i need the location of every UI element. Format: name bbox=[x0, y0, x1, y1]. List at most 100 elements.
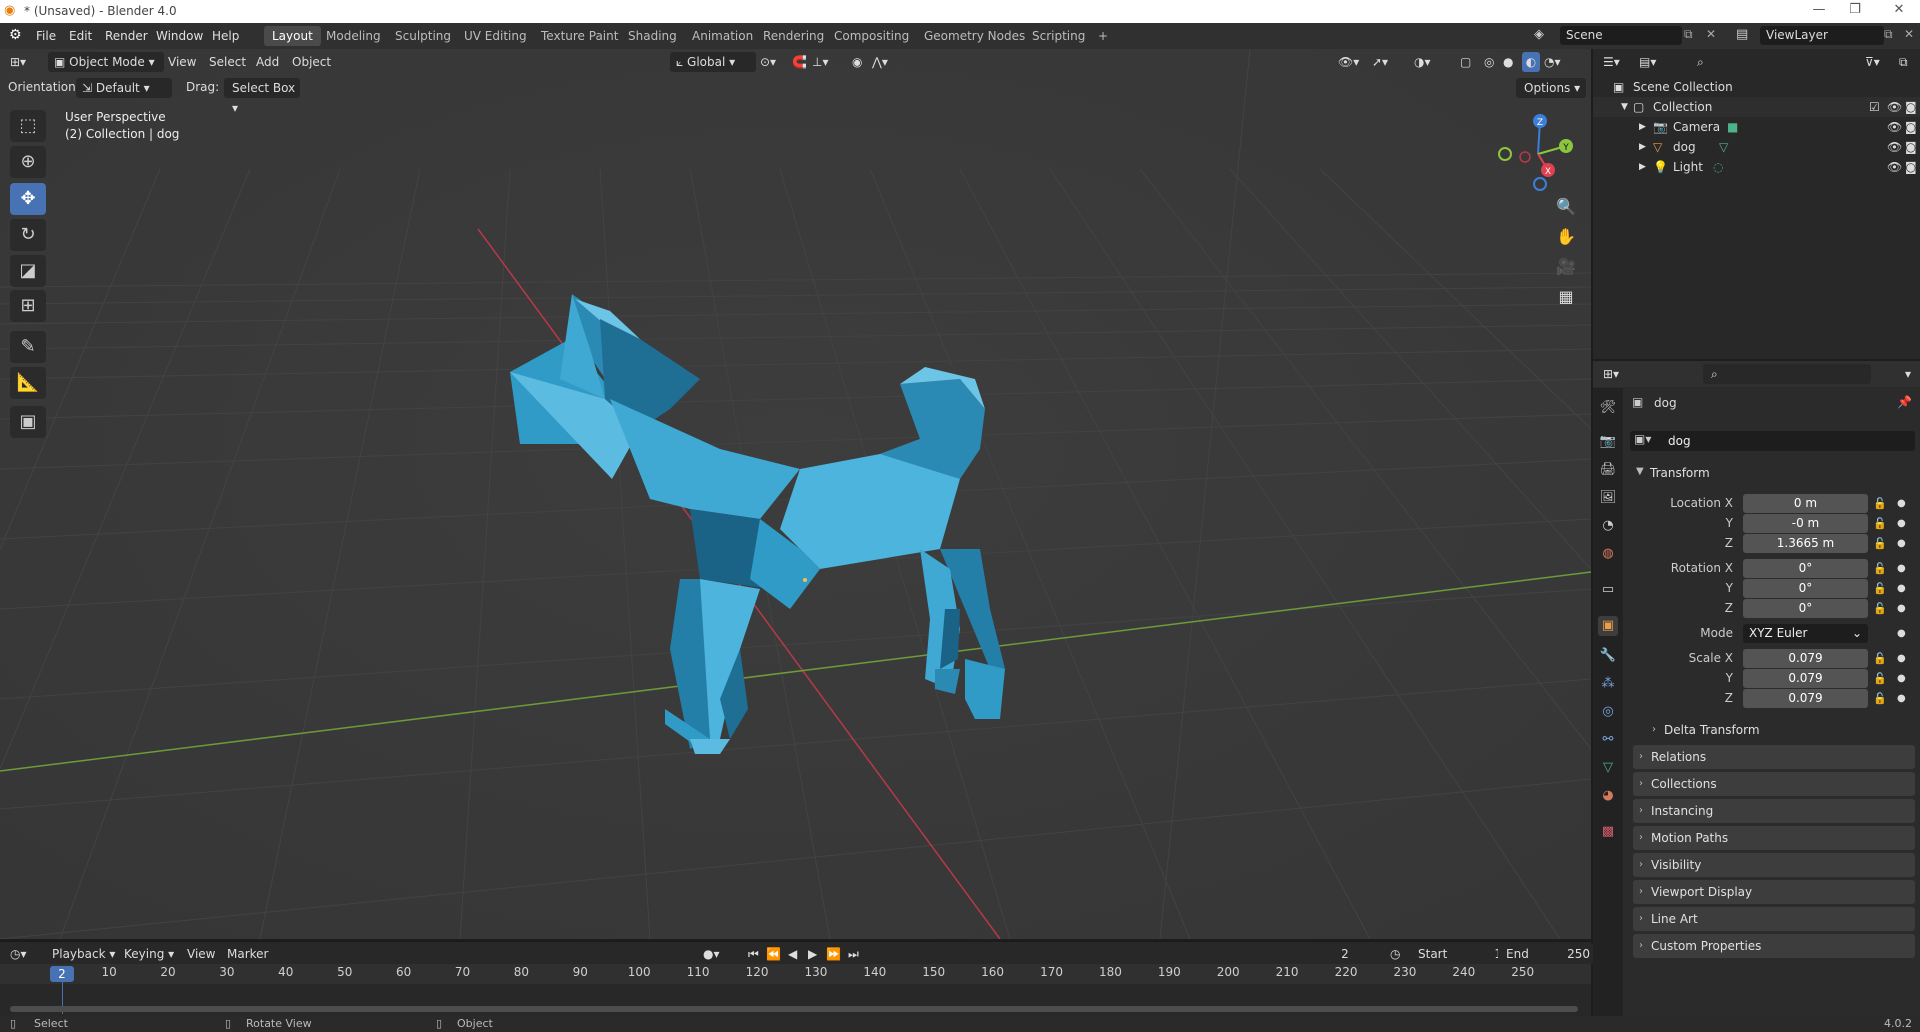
lock-icon[interactable]: 🔓 bbox=[1873, 602, 1887, 615]
output-tab-icon[interactable]: 🖨 bbox=[1598, 460, 1618, 480]
custom-properties-panel[interactable]: › Custom Properties bbox=[1633, 934, 1915, 958]
end-frame-field[interactable]: End 250 bbox=[1498, 944, 1598, 964]
menu-help[interactable]: Help bbox=[212, 29, 239, 43]
camera-render-icon[interactable]: ◙ bbox=[1905, 137, 1917, 157]
snap-target-icon[interactable]: ⊥▾ bbox=[812, 52, 828, 72]
particles-tab-icon[interactable]: ⁂ bbox=[1598, 674, 1618, 694]
tab-geometry-nodes[interactable]: Geometry Nodes bbox=[916, 26, 1033, 46]
location-x-field[interactable]: 0 m bbox=[1743, 494, 1868, 513]
jump-keyframe-forward-icon[interactable]: ⏩ bbox=[826, 944, 841, 964]
constraints-tab-icon[interactable]: ⚯ bbox=[1598, 730, 1618, 750]
minimize-icon[interactable]: — bbox=[1804, 2, 1834, 17]
lock-icon[interactable]: 🔓 bbox=[1873, 497, 1887, 510]
mode-selector[interactable]: ▣ Object Mode ▾ bbox=[48, 52, 164, 72]
outliner[interactable]: ☰▾ ▤▾ ⌕ ⊽▾ ⧉ ▣ Scene Collection ▼ ▢ Coll… bbox=[1593, 49, 1920, 359]
keyframe-dot-icon[interactable]: ● bbox=[1897, 518, 1906, 529]
proportional-edit-icon[interactable]: ◉ bbox=[852, 52, 862, 72]
menu-edit[interactable]: Edit bbox=[69, 29, 92, 43]
add-workspace-button[interactable]: + bbox=[1090, 26, 1116, 46]
select-box-tool[interactable]: ⬚ bbox=[10, 110, 46, 142]
rotation-mode-select[interactable]: XYZ Euler ⌄ bbox=[1743, 624, 1868, 643]
menu-file[interactable]: File bbox=[36, 29, 56, 43]
menu-select[interactable]: Select bbox=[209, 52, 246, 72]
annotate-tool[interactable]: ✎ bbox=[10, 331, 46, 363]
jump-keyframe-back-icon[interactable]: ⏪ bbox=[766, 944, 781, 964]
move-tool[interactable]: ✥ bbox=[10, 183, 46, 215]
orientation-selector[interactable]: ⇲ Default ▾ bbox=[76, 78, 172, 98]
world-tab-icon[interactable]: ◍ bbox=[1598, 544, 1618, 564]
falloff-icon[interactable]: ⋀▾ bbox=[872, 52, 888, 72]
pan-hand-icon[interactable]: ✋ bbox=[1553, 224, 1579, 250]
editor-type-icon[interactable]: ⊞▾ bbox=[10, 52, 40, 72]
play-icon[interactable]: ▶ bbox=[808, 944, 817, 964]
drag-selector[interactable]: Select Box ▾ bbox=[224, 78, 300, 115]
camera-render-icon[interactable]: ◙ bbox=[1905, 97, 1917, 117]
perspective-grid-icon[interactable]: ▦ bbox=[1553, 284, 1579, 310]
jump-end-icon[interactable]: ⏭ bbox=[848, 944, 859, 964]
transform-orientation-selector[interactable]: ⟀ Global ▾ bbox=[670, 52, 756, 72]
visibility-icon[interactable]: 👁▾ bbox=[1338, 52, 1359, 72]
viewport-display-panel[interactable]: › Viewport Display bbox=[1633, 880, 1915, 904]
view-layer-selector[interactable]: ViewLayer bbox=[1760, 26, 1884, 45]
data-tab-icon[interactable]: ▽ bbox=[1598, 758, 1618, 778]
blender-menu-icon[interactable]: ⚙ bbox=[9, 27, 22, 43]
tab-modeling[interactable]: Modeling bbox=[318, 26, 389, 46]
new-scene-icon[interactable]: ⧉ bbox=[1684, 27, 1693, 42]
eye-icon[interactable]: 👁 bbox=[1887, 117, 1902, 137]
rotation-y-field[interactable]: 0° bbox=[1743, 579, 1868, 598]
new-view-layer-icon[interactable]: ⧉ bbox=[1884, 27, 1893, 42]
keyframe-dot-icon[interactable]: ● bbox=[1897, 603, 1906, 614]
expand-arrow-icon[interactable]: ▶ bbox=[1639, 117, 1646, 137]
transform-tool[interactable]: ⊞ bbox=[10, 290, 46, 322]
line-art-panel[interactable]: › Line Art bbox=[1633, 907, 1915, 931]
lock-icon[interactable]: 🔓 bbox=[1873, 652, 1887, 665]
eye-icon[interactable]: 👁 bbox=[1887, 97, 1902, 117]
play-reverse-icon[interactable]: ◀ bbox=[788, 944, 797, 964]
properties-editor-icon[interactable]: ⊞▾ bbox=[1603, 364, 1619, 384]
snap-icon[interactable]: 🧲 bbox=[792, 52, 807, 72]
maximize-icon[interactable]: ❐ bbox=[1840, 2, 1870, 17]
menu-object[interactable]: Object bbox=[292, 52, 331, 72]
timeline-playback-menu[interactable]: Playback ▾ bbox=[52, 944, 115, 964]
scale-z-field[interactable]: 0.079 bbox=[1743, 689, 1868, 708]
physics-tab-icon[interactable]: ◎ bbox=[1598, 702, 1618, 722]
navigation-gizmo[interactable]: Z Y X bbox=[1490, 109, 1580, 199]
keyframe-dot-icon[interactable]: ● bbox=[1897, 628, 1906, 639]
properties-options-icon[interactable]: ▾ bbox=[1905, 364, 1911, 384]
preview-range-icon[interactable]: ◷ bbox=[1390, 944, 1400, 964]
outliner-item-camera[interactable]: ▶ 📷 Camera ■ 👁 ◙ bbox=[1593, 117, 1920, 137]
tab-compositing[interactable]: Compositing bbox=[826, 26, 917, 46]
measure-tool[interactable]: 📐 bbox=[10, 367, 46, 399]
tool-tab-icon[interactable]: 🛠 bbox=[1598, 398, 1618, 418]
close-icon[interactable]: ✕ bbox=[1884, 2, 1914, 17]
scene-tab-icon[interactable]: ◔ bbox=[1598, 516, 1618, 536]
tab-rendering[interactable]: Rendering bbox=[755, 26, 832, 46]
outliner-item-light[interactable]: ▶ 💡 Light ◌ 👁 ◙ bbox=[1593, 157, 1920, 177]
start-frame-field[interactable]: Start 1 bbox=[1410, 944, 1510, 964]
tab-uv-editing[interactable]: UV Editing bbox=[456, 26, 535, 46]
xray-icon[interactable]: ▢ bbox=[1460, 52, 1471, 72]
delta-transform-subpanel[interactable]: › Delta Transform bbox=[1646, 718, 1914, 742]
relations-panel[interactable]: › Relations bbox=[1633, 745, 1915, 769]
timeline-editor-icon[interactable]: ◷▾ bbox=[10, 944, 27, 964]
location-y-field[interactable]: -0 m bbox=[1743, 514, 1868, 533]
new-collection-icon[interactable]: ⧉ bbox=[1899, 52, 1908, 72]
outliner-item-dog[interactable]: ▶ ▽ dog ▽ 👁 ◙ bbox=[1593, 137, 1920, 157]
camera-render-icon[interactable]: ◙ bbox=[1905, 117, 1917, 137]
timeline-marker-menu[interactable]: Marker bbox=[227, 944, 268, 964]
3d-viewport[interactable]: ⬚ ⊕ ✥ ↻ ◪ ⊞ ✎ 📐 ▣ User Perspective (2) C… bbox=[0, 49, 1591, 939]
current-frame-field[interactable]: 2 bbox=[1309, 944, 1381, 964]
render-tab-icon[interactable]: 📷 bbox=[1598, 432, 1618, 452]
keyframe-dot-icon[interactable]: ● bbox=[1897, 673, 1906, 684]
lock-icon[interactable]: 🔓 bbox=[1873, 537, 1887, 550]
collections-panel[interactable]: › Collections bbox=[1633, 772, 1915, 796]
jump-start-icon[interactable]: ⏮ bbox=[748, 944, 759, 964]
texture-tab-icon[interactable]: ▩ bbox=[1598, 822, 1618, 842]
collapse-arrow-icon[interactable]: ▼ bbox=[1621, 97, 1628, 117]
tab-scripting[interactable]: Scripting bbox=[1024, 26, 1093, 46]
add-cube-tool[interactable]: ▣ bbox=[10, 406, 46, 438]
view-layer-icon[interactable]: ▤ bbox=[1736, 27, 1748, 42]
gizmo-toggle-icon[interactable]: ➚▾ bbox=[1372, 52, 1388, 72]
outliner-editor-icon[interactable]: ☰▾ bbox=[1603, 52, 1620, 72]
pin-icon[interactable]: 📌 bbox=[1897, 395, 1912, 409]
